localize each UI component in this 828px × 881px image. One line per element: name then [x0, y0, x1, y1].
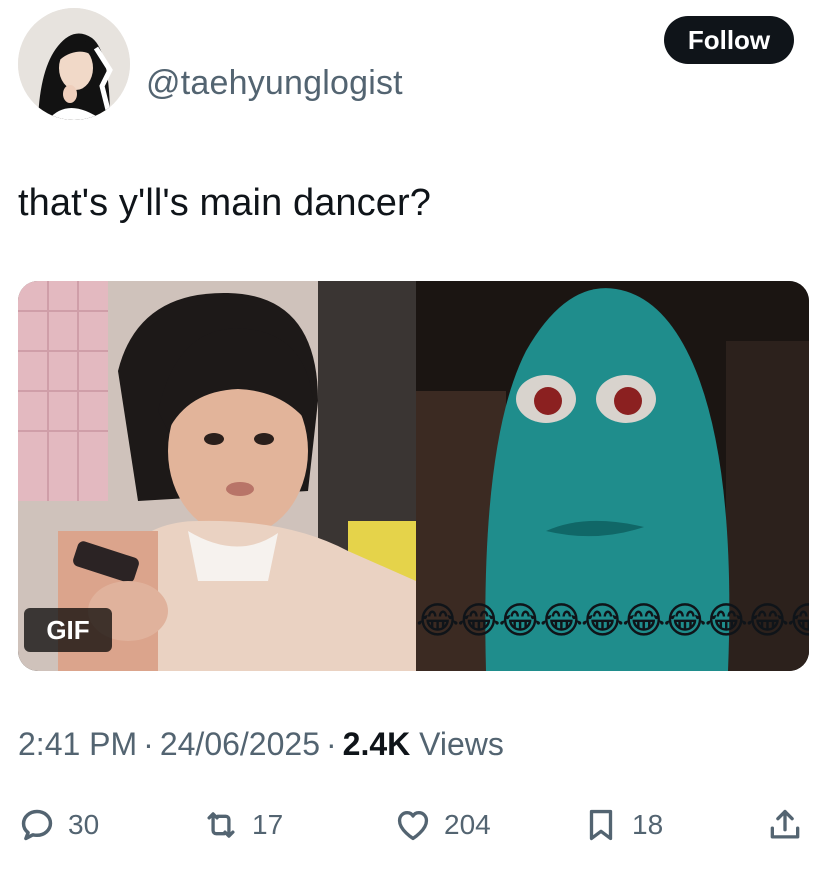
tweet-text: that's y'll's main dancer? — [18, 182, 431, 224]
repost-icon — [207, 812, 235, 838]
views-count: 2.4K — [342, 726, 411, 762]
reply-icon — [21, 809, 53, 841]
tweet-date[interactable]: 24/06/2025 — [160, 726, 320, 762]
repost-button[interactable]: 17 — [202, 800, 283, 850]
like-count: 204 — [444, 809, 491, 840]
emoji-row: 😂😂😂😂😂😂😂😂😂😂 — [416, 599, 809, 642]
bookmark-button[interactable]: 18 — [582, 800, 663, 850]
views-label: Views — [419, 726, 504, 762]
meta-separator: · — [325, 726, 337, 762]
follow-button[interactable]: Follow — [664, 16, 794, 64]
bookmark-count: 18 — [632, 809, 664, 840]
avatar-image — [18, 8, 130, 120]
like-button[interactable]: 204 — [394, 800, 491, 850]
gif-badge: GIF — [24, 608, 112, 652]
bookmark-icon — [589, 809, 613, 841]
author-handle[interactable]: @taehyunglogist — [146, 64, 403, 103]
tweet-time[interactable]: 2:41 PM — [18, 726, 137, 762]
reply-count: 30 — [68, 809, 100, 840]
avatar[interactable] — [18, 8, 130, 120]
share-icon — [770, 809, 800, 839]
tweet-media-gif[interactable]: 😂😂😂😂😂😂😂😂😂😂 — [18, 281, 809, 671]
action-bar: 30 17 204 18 — [0, 800, 828, 850]
share-button[interactable] — [766, 800, 804, 850]
reply-button[interactable]: 30 — [18, 800, 99, 850]
repost-count: 17 — [252, 809, 284, 840]
tweet-meta: 2:41 PM · 24/06/2025 · 2.4K Views — [18, 726, 504, 763]
heart-icon — [397, 810, 429, 841]
meta-separator: · — [143, 726, 154, 762]
